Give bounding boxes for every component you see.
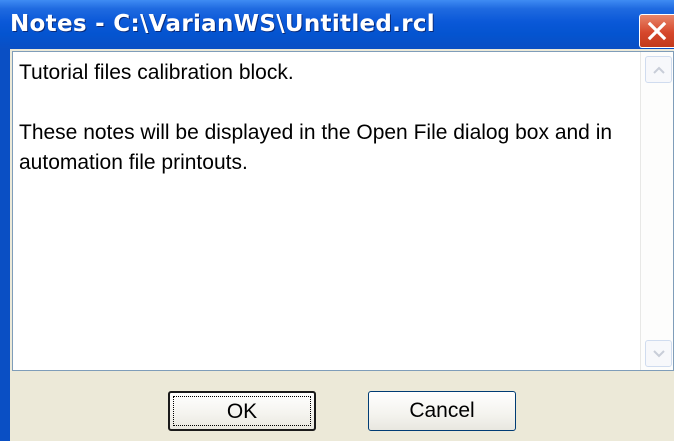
notes-dialog: Notes - C:\VarianWS\Untitled.rcl Tutoria… (0, 0, 674, 441)
close-button[interactable] (639, 14, 674, 48)
scroll-down-button[interactable] (645, 340, 672, 367)
ok-button-label: OK (226, 400, 258, 423)
window-frame-left (0, 49, 10, 441)
vertical-scrollbar[interactable] (640, 52, 673, 370)
notes-line: These notes will be displayed in the Ope… (19, 121, 613, 174)
notes-textarea[interactable]: Tutorial files calibration block. These … (12, 51, 674, 371)
title-bar[interactable]: Notes - C:\VarianWS\Untitled.rcl (0, 0, 674, 49)
close-icon (647, 21, 667, 41)
cancel-button[interactable]: Cancel (368, 391, 516, 431)
notes-line: Tutorial files calibration block. (19, 61, 294, 84)
scroll-down-arrow-icon (653, 350, 665, 358)
ok-button[interactable]: OK (168, 391, 316, 431)
notes-text: Tutorial files calibration block. These … (19, 58, 629, 178)
cancel-button-label: Cancel (409, 399, 475, 422)
window-title: Notes - C:\VarianWS\Untitled.rcl (10, 11, 435, 37)
scroll-up-button[interactable] (645, 56, 672, 83)
scroll-up-arrow-icon (653, 66, 665, 74)
